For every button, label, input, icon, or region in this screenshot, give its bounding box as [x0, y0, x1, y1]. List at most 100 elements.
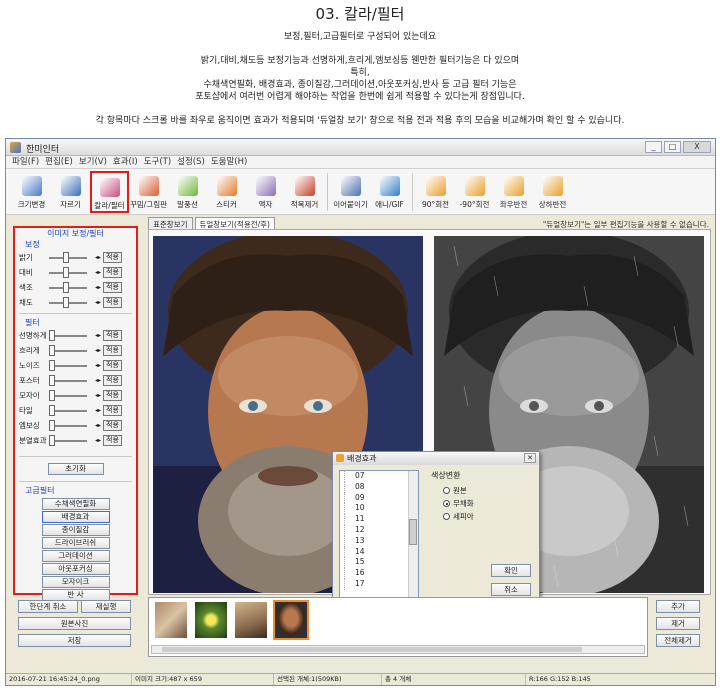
slider-track[interactable] [49, 404, 87, 416]
menu-file[interactable]: 파일(F) [12, 156, 39, 168]
toolbar-button-resize[interactable]: 크기변경 [12, 171, 51, 213]
thumbnail-scrollbar[interactable] [151, 645, 645, 654]
slider-track[interactable] [49, 374, 87, 386]
menu-settings[interactable]: 설정(S) [177, 156, 205, 168]
list-item[interactable]: 15 [344, 557, 418, 569]
stepper-arrows-icon[interactable]: ◂▸ [95, 254, 101, 261]
list-item[interactable]: 09 [344, 492, 418, 504]
thumbnail-2[interactable] [195, 602, 227, 638]
list-item[interactable]: 08 [344, 481, 418, 493]
slider-track[interactable] [49, 344, 87, 356]
list-item[interactable]: 07 [344, 471, 418, 482]
toolbar-button-color-filter[interactable]: 칼라/필터 [90, 171, 129, 213]
slider-track[interactable] [49, 419, 87, 431]
thumbnail-3[interactable] [235, 602, 267, 638]
stepper-arrows-icon[interactable]: ◂▸ [95, 284, 101, 291]
slider-knob[interactable] [49, 374, 55, 386]
slider-track[interactable] [49, 296, 87, 308]
stepper-arrows-icon[interactable]: ◂▸ [95, 437, 101, 444]
reset-button[interactable]: 초기화 [47, 463, 104, 475]
radio-button-icon[interactable] [443, 487, 450, 494]
apply-button[interactable]: 적용 [103, 345, 122, 356]
advanced-filter-button[interactable]: 종이질감 [41, 524, 110, 536]
stepper-arrows-icon[interactable]: ◂▸ [95, 269, 101, 276]
color-option-radio[interactable]: 무채화 [443, 498, 474, 509]
apply-button[interactable]: 적용 [103, 405, 122, 416]
original-photo-button[interactable]: 원본사진 [18, 617, 131, 630]
slider-knob[interactable] [63, 266, 70, 278]
advanced-filter-button[interactable]: 그러데이션 [41, 550, 110, 562]
apply-button[interactable]: 적용 [103, 360, 122, 371]
radio-button-icon[interactable] [443, 500, 450, 507]
toolbar-button-rotate-right[interactable]: 90°회전 [416, 171, 455, 213]
menu-edit[interactable]: 편집(E) [45, 156, 73, 168]
toolbar-button-flip-vertical[interactable]: 상하반전 [533, 171, 572, 213]
tab-dual-view[interactable]: 듀얼창보기(적용전/후) [194, 217, 275, 229]
stepper-arrows-icon[interactable]: ◂▸ [95, 299, 101, 306]
thumbnail-4[interactable] [273, 600, 309, 640]
cancel-button[interactable]: 취소 [491, 583, 531, 596]
effect-listbox[interactable]: 07 08 09 10 11 12 13 14 15 16 17 [339, 470, 419, 598]
menu-help[interactable]: 도움말(H) [211, 156, 247, 168]
apply-button[interactable]: 적용 [103, 267, 122, 278]
advanced-filter-button[interactable]: 모자이크 [41, 576, 110, 588]
toolbar-button-speech-bubble[interactable]: 말풍선 [168, 171, 207, 213]
slider-track[interactable] [49, 281, 87, 293]
stepper-arrows-icon[interactable]: ◂▸ [95, 422, 101, 429]
slider-knob[interactable] [49, 434, 55, 446]
list-item[interactable]: 16 [344, 568, 418, 579]
advanced-filter-button[interactable]: 배경효과 [41, 511, 110, 523]
list-item[interactable]: 14 [344, 546, 418, 558]
advanced-filter-button[interactable]: 드라이브러쉬 [41, 537, 110, 549]
slider-track[interactable] [49, 389, 87, 401]
thumbnail-1[interactable] [155, 602, 187, 638]
radio-button-icon[interactable] [443, 513, 450, 520]
toolbar-button-gif[interactable]: 애니/GIF [370, 171, 409, 213]
stepper-arrows-icon[interactable]: ◂▸ [95, 332, 101, 339]
slider-knob[interactable] [49, 404, 55, 416]
toolbar-button-rotate-left[interactable]: -90°회전 [455, 171, 494, 213]
add-button[interactable]: 추가 [656, 600, 700, 613]
tab-standard-view[interactable]: 표준창보기 [148, 217, 193, 229]
advanced-filter-button[interactable]: 아웃포커싱 [41, 563, 110, 575]
toolbar-button-crop[interactable]: 자르기 [51, 171, 90, 213]
listbox-scrollbar[interactable] [408, 471, 418, 597]
slider-knob[interactable] [63, 281, 70, 293]
apply-button[interactable]: 적용 [103, 420, 122, 431]
remove-button[interactable]: 제거 [656, 617, 700, 630]
apply-button[interactable]: 적용 [103, 435, 122, 446]
undo-button[interactable]: 한단계 취소 [18, 600, 78, 613]
color-option-radio[interactable]: 세피아 [443, 511, 474, 522]
menu-tools[interactable]: 도구(T) [144, 156, 171, 168]
slider-track[interactable] [49, 251, 87, 263]
apply-button[interactable]: 적용 [103, 390, 122, 401]
list-item[interactable]: 10 [344, 503, 418, 515]
list-item[interactable]: 17 [344, 578, 418, 590]
slider-knob[interactable] [49, 389, 55, 401]
dialog-close-icon[interactable]: ✕ [524, 453, 536, 463]
apply-button[interactable]: 적용 [103, 330, 122, 341]
slider-knob[interactable] [63, 296, 70, 308]
list-item[interactable]: 13 [344, 535, 418, 547]
slider-knob[interactable] [63, 251, 70, 263]
toolbar-button-frame[interactable]: 액자 [246, 171, 285, 213]
slider-track[interactable] [49, 434, 87, 446]
advanced-filter-button[interactable]: 수채색연필화 [41, 498, 110, 510]
stepper-arrows-icon[interactable]: ◂▸ [95, 407, 101, 414]
menu-effect[interactable]: 효과(I) [113, 156, 138, 168]
slider-track[interactable] [49, 266, 87, 278]
close-button[interactable]: X [683, 141, 711, 153]
list-item[interactable]: 12 [344, 524, 418, 536]
slider-track[interactable] [49, 329, 87, 341]
slider-knob[interactable] [49, 359, 55, 371]
apply-button[interactable]: 적용 [103, 297, 122, 308]
toolbar-button-sticker[interactable]: 스티커 [207, 171, 246, 213]
color-option-radio[interactable]: 원본 [443, 485, 467, 496]
save-button[interactable]: 저장 [18, 634, 131, 647]
stepper-arrows-icon[interactable]: ◂▸ [95, 392, 101, 399]
scrollbar-thumb[interactable] [409, 519, 417, 545]
list-item[interactable]: 11 [344, 514, 418, 525]
toolbar-button-red-eye[interactable]: 적목제거 [285, 171, 324, 213]
minimize-button[interactable]: _ [645, 141, 662, 153]
stepper-arrows-icon[interactable]: ◂▸ [95, 377, 101, 384]
